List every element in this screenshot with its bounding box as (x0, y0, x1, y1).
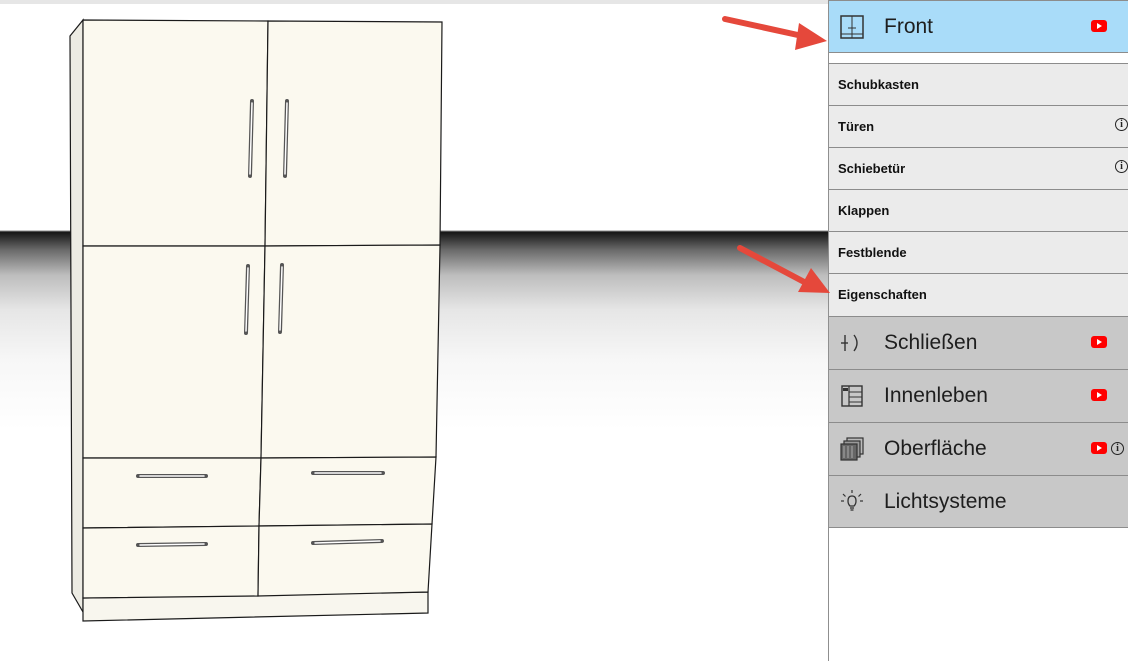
menu-oberflaeche[interactable]: Oberfläche i (829, 422, 1128, 475)
sub-item-festblende[interactable]: Festblende (829, 231, 1128, 274)
door-mid-left (82, 245, 266, 459)
3d-viewport[interactable] (0, 0, 828, 661)
drawer-upper-left (82, 457, 262, 529)
info-icon[interactable]: i (1111, 442, 1124, 455)
menu-lichtsysteme-label: Lichtsysteme (884, 490, 1007, 513)
sub-item-klappen[interactable]: Klappen (829, 189, 1128, 232)
cabinet-model[interactable] (0, 0, 828, 661)
menu-innenleben-label: Innenleben (884, 384, 988, 407)
door-top-right (264, 20, 443, 247)
sub-item-label: Schiebetür (838, 161, 906, 176)
drawer-upper-right (258, 456, 437, 527)
sub-item-schubkasten[interactable]: Schubkasten (829, 63, 1128, 106)
door-mid-right (260, 244, 441, 459)
door-top-left (82, 19, 269, 247)
sub-item-eigenschaften[interactable]: Eigenschaften (829, 273, 1128, 316)
menu-front[interactable]: Front (829, 0, 1128, 53)
menu-innenleben[interactable]: Innenleben (829, 369, 1128, 422)
sub-item-schiebetuer[interactable]: Schiebetür i (829, 147, 1128, 190)
sub-item-tueren[interactable]: Türen i (829, 105, 1128, 148)
annotation-arrow-front (722, 16, 827, 50)
side-panel: Front Schubkasten Türen i Schiebetür i K… (828, 0, 1128, 661)
youtube-icon[interactable] (1091, 442, 1107, 454)
drawer-lower-left (82, 525, 260, 599)
menu-front-label: Front (884, 15, 934, 38)
lightbulb-icon (841, 490, 863, 511)
sub-item-label: Schubkasten (838, 77, 919, 92)
sub-item-label: Türen (838, 119, 875, 134)
menu-schliessen-label: Schließen (884, 331, 978, 354)
front-panel-icon (840, 15, 864, 39)
menu-oberflaeche-label: Oberfläche (884, 437, 987, 460)
youtube-icon[interactable] (1091, 389, 1107, 401)
youtube-icon[interactable] (1091, 336, 1107, 348)
sub-item-label: Klappen (838, 203, 890, 218)
lock-icon (841, 334, 858, 352)
sub-item-label: Eigenschaften (838, 287, 927, 302)
sub-item-label: Festblende (838, 245, 907, 260)
menu-schliessen[interactable]: Schließen (829, 316, 1128, 369)
menu-lichtsysteme[interactable]: Lichtsysteme (829, 475, 1128, 528)
cabinet-side (69, 18, 84, 615)
info-icon[interactable]: i (1115, 118, 1128, 131)
annotation-arrow-eigenschaften (737, 245, 830, 293)
drawer-lower-right (257, 523, 433, 597)
interior-icon (841, 385, 863, 407)
youtube-icon[interactable] (1091, 20, 1107, 32)
info-icon[interactable]: i (1115, 160, 1128, 173)
surface-icon (840, 437, 864, 461)
